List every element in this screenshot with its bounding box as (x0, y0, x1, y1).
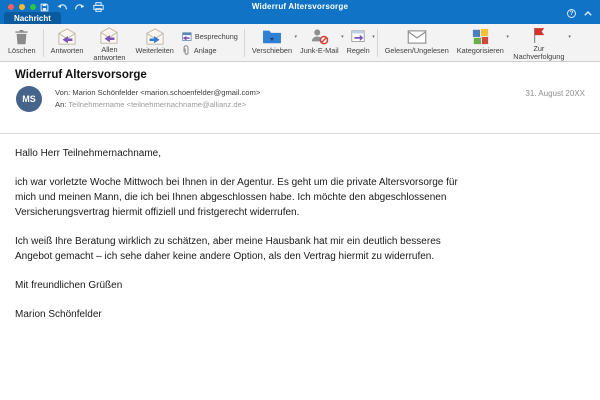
reply-all-button[interactable]: Allen antworten (87, 26, 131, 61)
rules-icon (349, 27, 367, 46)
move-button[interactable]: Verschieben ▾ (248, 26, 296, 61)
junk-mail-button[interactable]: Junk-E-Mail ▾ (296, 26, 343, 61)
categorize-icon (472, 27, 489, 46)
message-date: 31. August 20XX (525, 89, 585, 98)
outlook-message-window: Widerruf Altersvorsorge Nachricht ? Lösc… (0, 0, 600, 400)
forward-button[interactable]: Weiterleiten (131, 26, 177, 61)
sender-avatar: MS (16, 86, 42, 112)
ribbon-controls: ? (567, 4, 592, 22)
read-unread-button[interactable]: Gelesen/Ungelesen (381, 26, 453, 61)
window-title: Widerruf Altersvorsorge (0, 2, 600, 11)
message-subject: Widerruf Altersvorsorge (0, 63, 600, 81)
junk-person-icon (310, 27, 329, 46)
ribbon-divider (43, 29, 44, 57)
message-body: Hallo Herr Teilnehmernachname, ich war v… (0, 134, 600, 322)
body-paragraph: Ich weiß Ihre Beratung wirklich zu schät… (15, 234, 585, 264)
body-closing: Mit freundlichen Grüßen (15, 278, 585, 293)
to-value: Teilnehmername <teilnehmernachname@allia… (68, 100, 246, 109)
forward-envelope-icon (144, 27, 166, 46)
categorize-button[interactable]: Kategorisieren ▾ (453, 26, 508, 61)
dropdown-caret-icon: ▾ (372, 34, 375, 40)
tab-nachricht[interactable]: Nachricht (4, 12, 61, 24)
meeting-icon (181, 32, 192, 42)
from-value: Marion Schönfelder <marion.schoenfelder@… (72, 88, 260, 97)
delete-button[interactable]: Löschen (4, 26, 40, 61)
ribbon: Löschen Antworten Allen antworten Weiter… (0, 24, 600, 62)
rules-button[interactable]: Regeln ▾ (343, 26, 374, 61)
follow-up-button[interactable]: Zur Nachverfolgung ▾ (508, 26, 570, 61)
reply-button[interactable]: Antworten (47, 26, 88, 61)
body-paragraph: ich war vorletzte Woche Mittwoch bei Ihn… (15, 175, 585, 220)
envelope-icon (407, 27, 427, 46)
to-label: An: (55, 100, 66, 109)
body-signature: Marion Schönfelder (15, 307, 585, 322)
collapse-ribbon-icon[interactable] (584, 4, 592, 22)
ribbon-divider (244, 29, 245, 57)
ribbon-divider (377, 29, 378, 57)
meeting-button[interactable]: Besprechung (181, 32, 238, 42)
dropdown-caret-icon: ▾ (568, 34, 571, 40)
reply-all-envelope-icon (98, 27, 120, 45)
flag-icon (532, 27, 546, 44)
move-folder-icon (262, 27, 282, 46)
meeting-attachment-group: Besprechung Anlage (178, 26, 241, 61)
trash-icon (14, 27, 29, 46)
reply-envelope-icon (56, 27, 78, 46)
sender-recipient-meta: Von: Marion Schönfelder <marion.schoenfe… (55, 87, 260, 111)
message-header: MS Von: Marion Schönfelder <marion.schoe… (0, 81, 600, 131)
help-icon[interactable]: ? (567, 9, 576, 18)
from-row: Von: Marion Schönfelder <marion.schoenfe… (55, 87, 260, 99)
to-row: An: Teilnehmername <teilnehmernachname@a… (55, 99, 260, 111)
attachment-button[interactable]: Anlage (181, 45, 238, 56)
from-label: Von: (55, 88, 70, 97)
message-pane: Widerruf Altersvorsorge MS Von: Marion S… (0, 63, 600, 400)
body-paragraph: Hallo Herr Teilnehmernachname, (15, 146, 585, 161)
paperclip-icon (181, 45, 191, 56)
title-bar: Widerruf Altersvorsorge Nachricht ? (0, 0, 600, 24)
